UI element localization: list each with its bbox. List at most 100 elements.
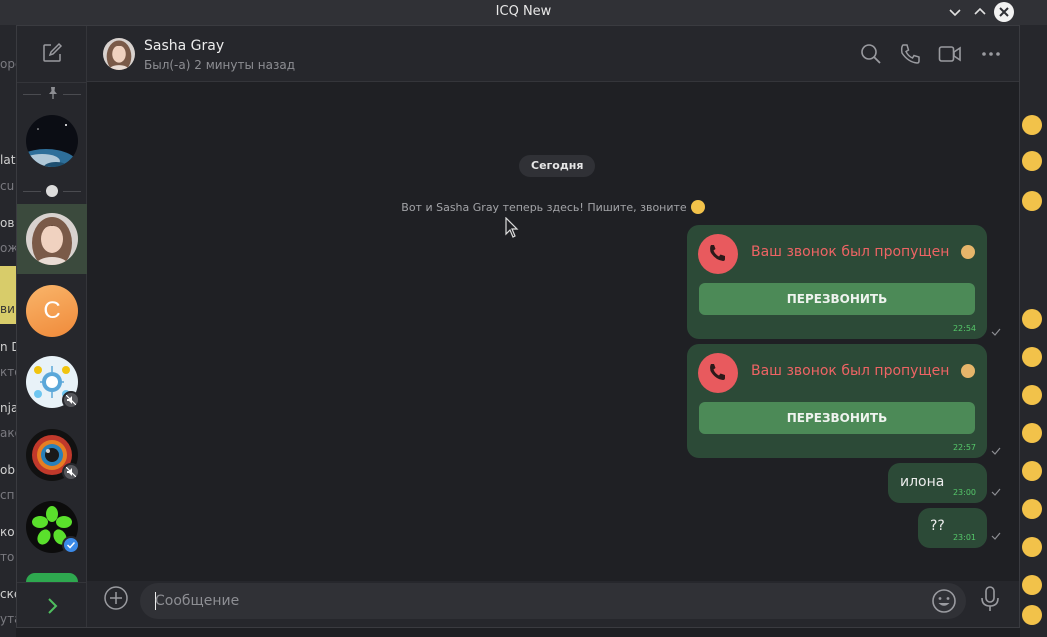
- contact-avatar-earth[interactable]: [26, 115, 78, 167]
- bg-text: ске: [0, 587, 16, 601]
- bg-text: то: [0, 550, 15, 564]
- bg-text: сп: [0, 488, 15, 502]
- bg-text: ако: [0, 426, 16, 440]
- message-time: 22:54: [952, 324, 976, 333]
- message-time: 23:00: [952, 488, 976, 497]
- emoji-icon: [1022, 461, 1042, 481]
- attach-button[interactable]: [103, 585, 129, 611]
- pin-icon: [49, 87, 57, 99]
- date-separator: Сегодня: [519, 155, 596, 177]
- delivered-check-icon: [991, 328, 1001, 336]
- message-input[interactable]: Сообщение: [140, 583, 966, 619]
- close-button[interactable]: [994, 2, 1014, 22]
- maximize-button[interactable]: [970, 2, 990, 22]
- microphone-icon: [981, 586, 999, 611]
- bg-text: ов: [0, 216, 15, 230]
- bg-text: ко: [0, 525, 15, 539]
- more-button[interactable]: [979, 42, 1003, 66]
- icq-app-window: C Sasha Gray Был(-а) 2 минуты назад Сего…: [16, 25, 1020, 628]
- voice-message-button[interactable]: [977, 585, 1003, 613]
- expand-sidebar-button[interactable]: [17, 582, 87, 627]
- verified-badge: [62, 536, 80, 554]
- emoji-icon: [1022, 309, 1042, 329]
- recent-section: [17, 183, 87, 199]
- emoji-icon: [1022, 115, 1042, 135]
- chevron-down-icon: [949, 9, 961, 17]
- message-time: 22:57: [952, 443, 976, 452]
- contact-name[interactable]: Sasha Gray: [144, 38, 224, 54]
- call-back-button[interactable]: ПЕРЕЗВОНИТЬ: [699, 402, 975, 434]
- mute-icon: [66, 395, 76, 405]
- window-title: ICQ New: [495, 4, 552, 19]
- system-message: Вот и Sasha Gray теперь здесь! Пишите, з…: [87, 200, 1019, 214]
- emoji-icon: [1022, 385, 1042, 405]
- background-window-left: opo lat cu ов ож ви n D кто nja ако ob с…: [0, 25, 16, 637]
- search-icon: [861, 44, 881, 64]
- missed-call-message: Ваш звонок был пропущен ПЕРЕЗВОНИТЬ 22:5…: [687, 225, 987, 339]
- compose-button[interactable]: [41, 42, 63, 64]
- taskbar-strip: [16, 628, 1020, 637]
- chevron-right-icon: [48, 598, 58, 614]
- plus-circle-icon: [104, 586, 128, 610]
- reaction-icon[interactable]: [961, 364, 975, 378]
- minimize-button[interactable]: [945, 2, 965, 22]
- call-button[interactable]: [898, 42, 922, 66]
- bg-text: n D: [0, 340, 16, 354]
- emoji-icon: [1022, 575, 1042, 595]
- bg-text: кто: [0, 365, 16, 379]
- bg-text: ож: [0, 241, 16, 255]
- message-text: ??: [930, 518, 945, 534]
- muted-badge: [62, 463, 80, 481]
- delivered-check-icon: [991, 532, 1001, 540]
- emoji-icon: [1022, 347, 1042, 367]
- message-list[interactable]: Сегодня Вот и Sasha Gray теперь здесь! П…: [87, 83, 1019, 581]
- contact-avatar-peek[interactable]: [26, 573, 78, 582]
- contacts-rail: C: [17, 26, 87, 627]
- emoji-icon: [1022, 191, 1042, 211]
- window-titlebar: ICQ New: [0, 0, 1047, 25]
- smile-emoji-icon: [690, 200, 705, 214]
- more-icon: [982, 52, 1000, 56]
- missed-call-icon: [698, 234, 738, 274]
- emoji-icon: [932, 589, 956, 613]
- close-icon: [999, 7, 1009, 17]
- contact-avatar-sasha-gray[interactable]: [26, 213, 78, 265]
- muted-badge: [62, 391, 80, 409]
- call-back-button[interactable]: ПЕРЕЗВОНИТЬ: [699, 283, 975, 315]
- contact-status: Был(-а) 2 минуты назад: [144, 58, 295, 72]
- bg-text: ута: [0, 612, 16, 626]
- bg-text: opo: [0, 57, 16, 71]
- reaction-icon[interactable]: [961, 245, 975, 259]
- emoji-icon: [1022, 423, 1042, 443]
- pencil-square-icon: [43, 42, 63, 62]
- delivered-check-icon: [991, 488, 1001, 496]
- background-window-right: [1020, 25, 1047, 637]
- bg-text: ви: [0, 302, 15, 316]
- pinned-section: [17, 86, 87, 102]
- video-icon: [938, 46, 961, 62]
- phone-icon: [900, 44, 920, 64]
- emoji-icon: [1022, 151, 1042, 171]
- contact-avatar-c[interactable]: C: [26, 285, 78, 337]
- clock-icon: [46, 185, 58, 197]
- divider: [17, 82, 87, 83]
- message-composer: Сообщение: [87, 581, 1019, 627]
- missed-call-icon: [698, 353, 738, 393]
- divider: [63, 94, 81, 95]
- desktop: opo lat cu ов ож ви n D кто nja ако ob с…: [0, 0, 1047, 637]
- video-call-button[interactable]: [938, 42, 962, 66]
- outgoing-text-message: ?? 23:01: [918, 508, 987, 548]
- message-time: 23:01: [952, 533, 976, 542]
- delivered-check-icon: [991, 447, 1001, 455]
- mute-icon: [66, 467, 76, 477]
- chat-header: Sasha Gray Был(-а) 2 минуты назад: [87, 26, 1019, 82]
- search-button[interactable]: [859, 42, 883, 66]
- outgoing-text-message: илона 23:00: [888, 463, 987, 503]
- avatar-letter: C: [43, 297, 61, 324]
- emoji-button[interactable]: [931, 588, 957, 614]
- header-avatar[interactable]: [103, 38, 135, 70]
- missed-call-text: Ваш звонок был пропущен: [751, 363, 950, 379]
- bg-text: ob: [0, 463, 15, 477]
- divider: [63, 191, 81, 192]
- missed-call-message: Ваш звонок был пропущен ПЕРЕЗВОНИТЬ 22:5…: [687, 344, 987, 458]
